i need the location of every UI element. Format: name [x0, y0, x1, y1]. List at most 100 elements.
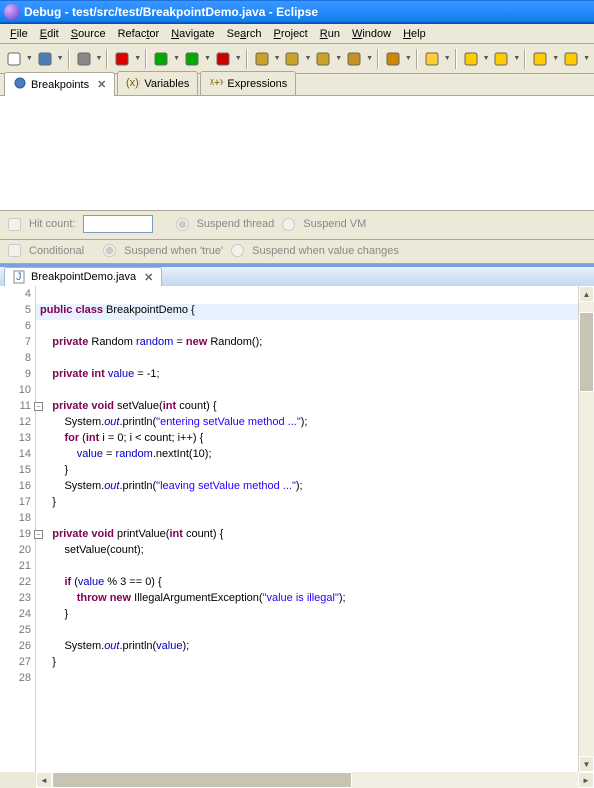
- dropdown-icon[interactable]: ▼: [513, 48, 520, 70]
- code-line[interactable]: }: [36, 496, 578, 512]
- print-icon[interactable]: [74, 48, 94, 70]
- code-line[interactable]: private void setValue(int count) {: [36, 400, 578, 416]
- horizontal-scrollbar[interactable]: ◄ ►: [36, 772, 594, 788]
- external-icon[interactable]: [213, 48, 233, 70]
- close-icon[interactable]: ✕: [97, 78, 106, 91]
- scroll-up-icon[interactable]: ▲: [579, 286, 594, 302]
- fold-icon[interactable]: −: [34, 402, 43, 411]
- vertical-scrollbar[interactable]: ▲ ▼: [578, 286, 594, 772]
- code-line[interactable]: [36, 512, 578, 528]
- code-line[interactable]: [36, 560, 578, 576]
- debug-icon[interactable]: [151, 48, 171, 70]
- scroll-thumb[interactable]: [579, 312, 594, 392]
- code-line[interactable]: [36, 288, 578, 304]
- suspend-changes-radio[interactable]: [231, 244, 244, 257]
- menu-help[interactable]: Help: [397, 26, 432, 42]
- code-line[interactable]: private void printValue(int count) {: [36, 528, 578, 544]
- dropdown-icon[interactable]: ▼: [366, 48, 373, 70]
- line-number: 21: [0, 560, 35, 576]
- view-tab-breakpoints[interactable]: Breakpoints✕: [4, 72, 115, 96]
- menu-search[interactable]: Search: [221, 26, 268, 42]
- code-line[interactable]: throw new IllegalArgumentException("valu…: [36, 592, 578, 608]
- code-line[interactable]: private Random random = new Random();: [36, 336, 578, 352]
- hitcount-checkbox[interactable]: [8, 218, 21, 231]
- menu-edit[interactable]: Edit: [34, 26, 65, 42]
- view-tab-variables[interactable]: (x)=Variables: [117, 71, 198, 95]
- code-line[interactable]: System.out.println("leaving setValue met…: [36, 480, 578, 496]
- suspend-vm-label: Suspend VM: [303, 218, 366, 230]
- dropdown-icon[interactable]: ▼: [57, 48, 64, 70]
- code-line[interactable]: }: [36, 656, 578, 672]
- menu-refactor[interactable]: Refactor: [112, 26, 166, 42]
- open-type-icon[interactable]: [344, 48, 364, 70]
- suspend-thread-radio[interactable]: [176, 218, 189, 231]
- code-line[interactable]: value = random.nextInt(10);: [36, 448, 578, 464]
- dropdown-icon[interactable]: ▼: [483, 48, 490, 70]
- dropdown-icon[interactable]: ▼: [26, 48, 33, 70]
- code-line[interactable]: [36, 384, 578, 400]
- conditional-checkbox[interactable]: [8, 244, 21, 257]
- annotate-icon[interactable]: [422, 48, 442, 70]
- code-line[interactable]: setValue(count);: [36, 544, 578, 560]
- menu-window[interactable]: Window: [346, 26, 397, 42]
- next-icon[interactable]: [492, 48, 512, 70]
- code-line[interactable]: if (value % 3 == 0) {: [36, 576, 578, 592]
- dropdown-icon[interactable]: ▼: [552, 48, 559, 70]
- dropdown-icon[interactable]: ▼: [235, 48, 242, 70]
- editor-tab-breakpointdemo[interactable]: J BreakpointDemo.java ✕: [4, 267, 162, 286]
- code-line[interactable]: private int value = -1;: [36, 368, 578, 384]
- scroll-right-icon[interactable]: ►: [578, 772, 594, 788]
- view-tab-expressions[interactable]: ᵡ+ʸExpressions: [200, 71, 296, 95]
- forward-icon[interactable]: [561, 48, 581, 70]
- code-editor[interactable]: 4567891011−1213141516171819−202122232425…: [0, 286, 594, 772]
- code-line[interactable]: }: [36, 464, 578, 480]
- menu-project[interactable]: Project: [268, 26, 314, 42]
- save-icon[interactable]: [35, 48, 55, 70]
- code-line[interactable]: public class BreakpointDemo {: [36, 304, 578, 320]
- code-line[interactable]: }: [36, 608, 578, 624]
- code-line[interactable]: [36, 672, 578, 688]
- menu-run[interactable]: Run: [314, 26, 346, 42]
- code-line[interactable]: [36, 352, 578, 368]
- hscroll-thumb[interactable]: [52, 772, 352, 788]
- scroll-left-icon[interactable]: ◄: [36, 772, 52, 788]
- new-package-icon[interactable]: [252, 48, 272, 70]
- code-area[interactable]: public class BreakpointDemo { private Ra…: [36, 286, 578, 772]
- suspend-true-radio[interactable]: [103, 244, 116, 257]
- dropdown-icon[interactable]: ▼: [95, 48, 102, 70]
- dropdown-icon[interactable]: ▼: [173, 48, 180, 70]
- run-icon[interactable]: [182, 48, 202, 70]
- menu-navigate[interactable]: Navigate: [165, 26, 220, 42]
- dropdown-icon[interactable]: ▼: [335, 48, 342, 70]
- search-icon[interactable]: [383, 48, 403, 70]
- new-class-icon[interactable]: [283, 48, 303, 70]
- new-folder-icon[interactable]: [313, 48, 333, 70]
- hitcount-input[interactable]: [83, 215, 153, 233]
- menu-file[interactable]: File: [4, 26, 34, 42]
- dropdown-icon[interactable]: ▼: [274, 48, 281, 70]
- new-icon[interactable]: [4, 48, 24, 70]
- code-line[interactable]: System.out.println(value);: [36, 640, 578, 656]
- dropdown-icon[interactable]: ▼: [134, 48, 141, 70]
- fold-icon[interactable]: −: [34, 530, 43, 539]
- dropdown-icon[interactable]: ▼: [583, 48, 590, 70]
- build-icon[interactable]: [112, 48, 132, 70]
- suspend-vm-radio[interactable]: [282, 218, 295, 231]
- scroll-down-icon[interactable]: ▼: [579, 756, 594, 772]
- scroll-track[interactable]: [579, 302, 594, 756]
- breakpoints-panel: [0, 96, 594, 211]
- close-icon[interactable]: ✕: [144, 271, 153, 284]
- dropdown-icon[interactable]: ▼: [405, 48, 412, 70]
- dropdown-icon[interactable]: ▼: [444, 48, 451, 70]
- hscroll-track[interactable]: [52, 772, 578, 788]
- line-number: 5: [0, 304, 35, 320]
- dropdown-icon[interactable]: ▼: [204, 48, 211, 70]
- code-line[interactable]: System.out.println("entering setValue me…: [36, 416, 578, 432]
- back-icon[interactable]: [530, 48, 550, 70]
- dropdown-icon[interactable]: ▼: [304, 48, 311, 70]
- prev-icon[interactable]: [461, 48, 481, 70]
- code-line[interactable]: for (int i = 0; i < count; i++) {: [36, 432, 578, 448]
- code-line[interactable]: [36, 320, 578, 336]
- menu-source[interactable]: Source: [65, 26, 112, 42]
- code-line[interactable]: [36, 624, 578, 640]
